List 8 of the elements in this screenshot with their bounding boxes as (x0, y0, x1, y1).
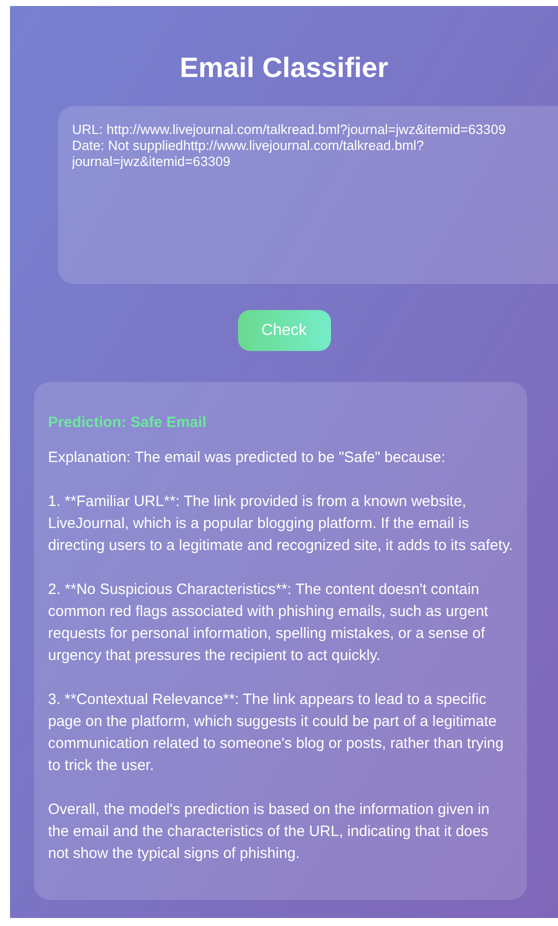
explanation-paragraph: Explanation: The email was predicted to be "Safe" because: (48, 448, 446, 468)
explanation-paragraph: Overall, the model's prediction is based on the information given in the email and the characteristics of the URL, indicating that it does not show the typical signs of phishing. (48, 800, 490, 864)
page-title: Email Classifier (180, 51, 388, 85)
explanation-paragraph: 2. **No Suspicious Characteristics**: The content doesn't contain common red flags associated with phishing emails, such as urgent requests for personal information, spelling mistakes, or a sense of urgency that pressures the recipient to act quickly. (48, 580, 490, 666)
check-button[interactable]: Check (238, 310, 330, 351)
explanation-paragraph: 1. **Familiar URL**: The link provided is from a known website, LiveJournal, which is a popular blogging platform. If the email is directing users to a legitimate and recognized site, it adds to its safety. (48, 492, 513, 556)
explanation-paragraph: 3. **Contextual Relevance**: The link appears to lead to a specific page on the platform, which suggests it could be part of a legitimate communication related to someone's blog or posts, rather than trying to trick the user. (48, 690, 505, 776)
prediction-label: Prediction: Safe Email (48, 413, 208, 433)
